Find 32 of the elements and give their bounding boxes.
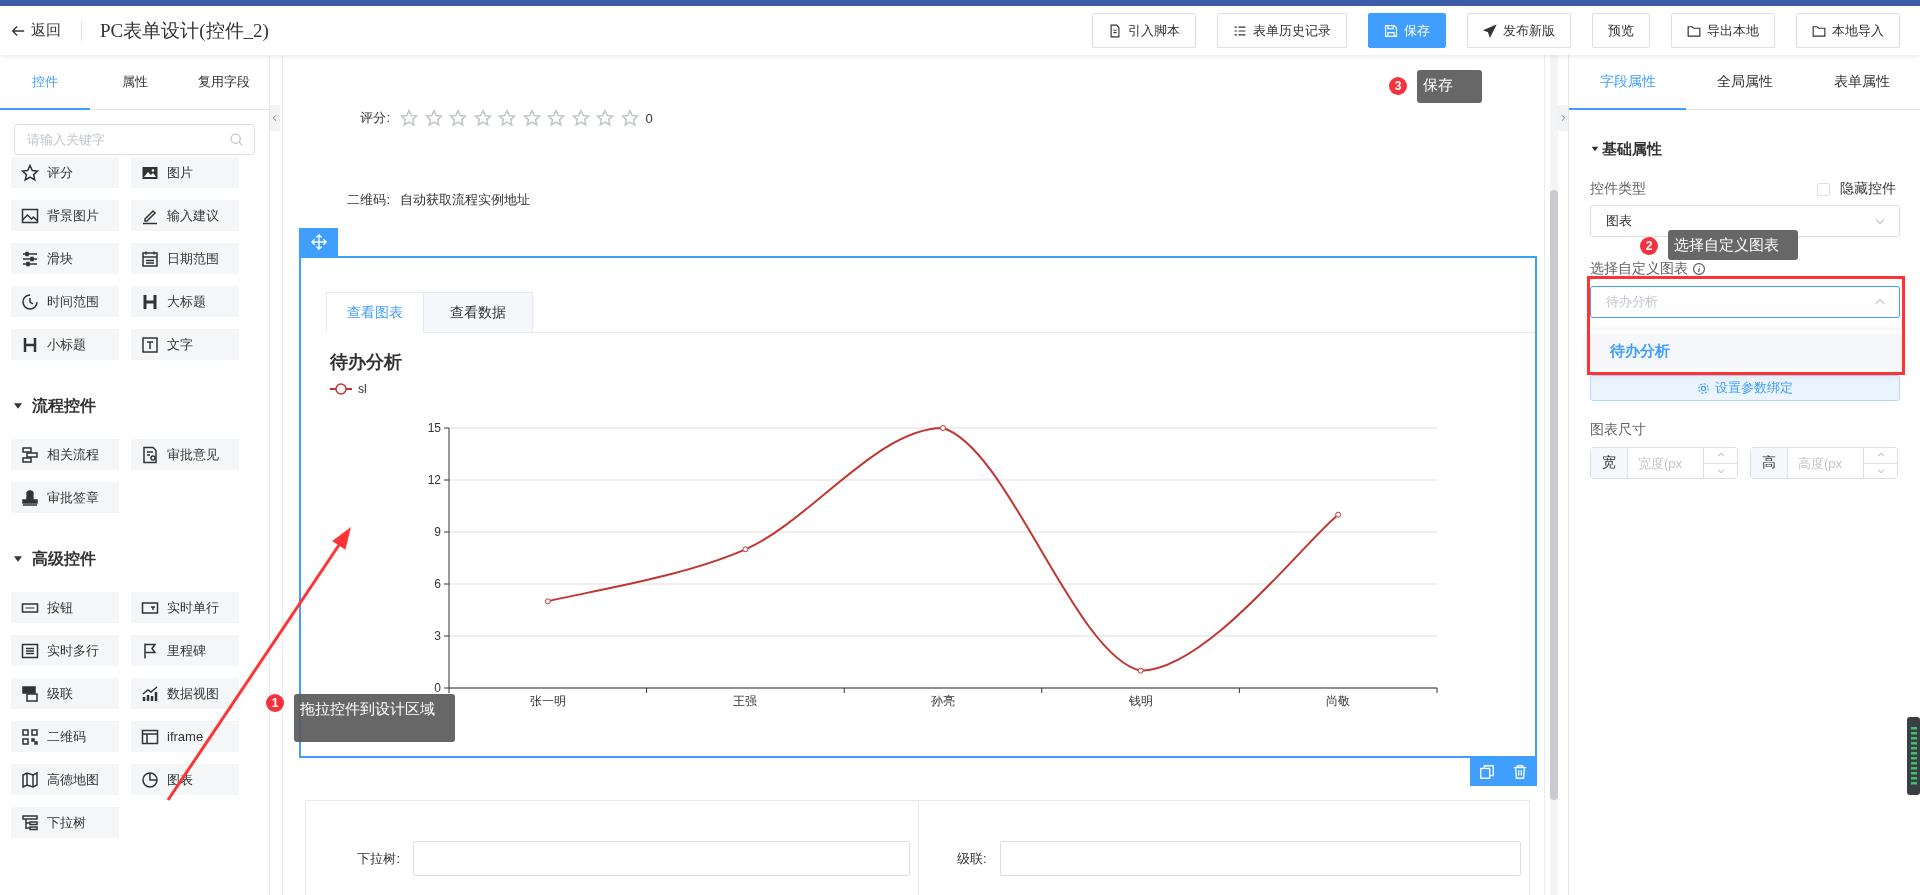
chart-title: 待办分析	[330, 352, 402, 372]
input-addon: 高	[1751, 448, 1788, 478]
field-label: 评分:	[359, 109, 390, 127]
field-label: 图表尺寸	[1590, 421, 1646, 439]
axis-label: 尚敬	[1326, 694, 1351, 708]
field-label: 下拉树:	[356, 850, 400, 868]
axis-label: 15	[427, 421, 441, 435]
axis-label: 0	[434, 681, 441, 695]
tooltip: 选择自定义图表	[1668, 230, 1798, 260]
input-addon: 宽	[1591, 448, 1628, 478]
field-value: 自动获取流程实例地址	[400, 191, 530, 209]
field-label: 选择自定义图表	[1590, 260, 1688, 278]
section-title: 基础属性	[1602, 139, 1662, 159]
rating-value: 0	[645, 110, 653, 126]
axis-label: 王强	[733, 694, 758, 708]
page-title: PC表单设计(控件_2)	[100, 18, 269, 43]
axis-label: 9	[434, 525, 441, 539]
legend-label: sl	[358, 382, 367, 396]
axis-label: 张一明	[529, 694, 566, 708]
axis-label: 孙亮	[931, 694, 955, 708]
axis-label: 3	[434, 629, 441, 643]
field-label: 控件类型	[1590, 180, 1646, 198]
field-label: 二维码:	[346, 191, 390, 209]
axis-label: 6	[434, 577, 441, 591]
group-title: 高级控件	[32, 548, 96, 569]
checkbox-label: 隐藏控件	[1840, 180, 1896, 198]
tooltip: 保存	[1417, 70, 1482, 103]
axis-label: 钱明	[1128, 694, 1153, 708]
field-label: 级联:	[955, 850, 987, 868]
axis-label: 12	[427, 473, 441, 487]
tooltip: 拖拉控件到设计区域	[294, 694, 455, 742]
group-title: 流程控件	[32, 395, 96, 416]
